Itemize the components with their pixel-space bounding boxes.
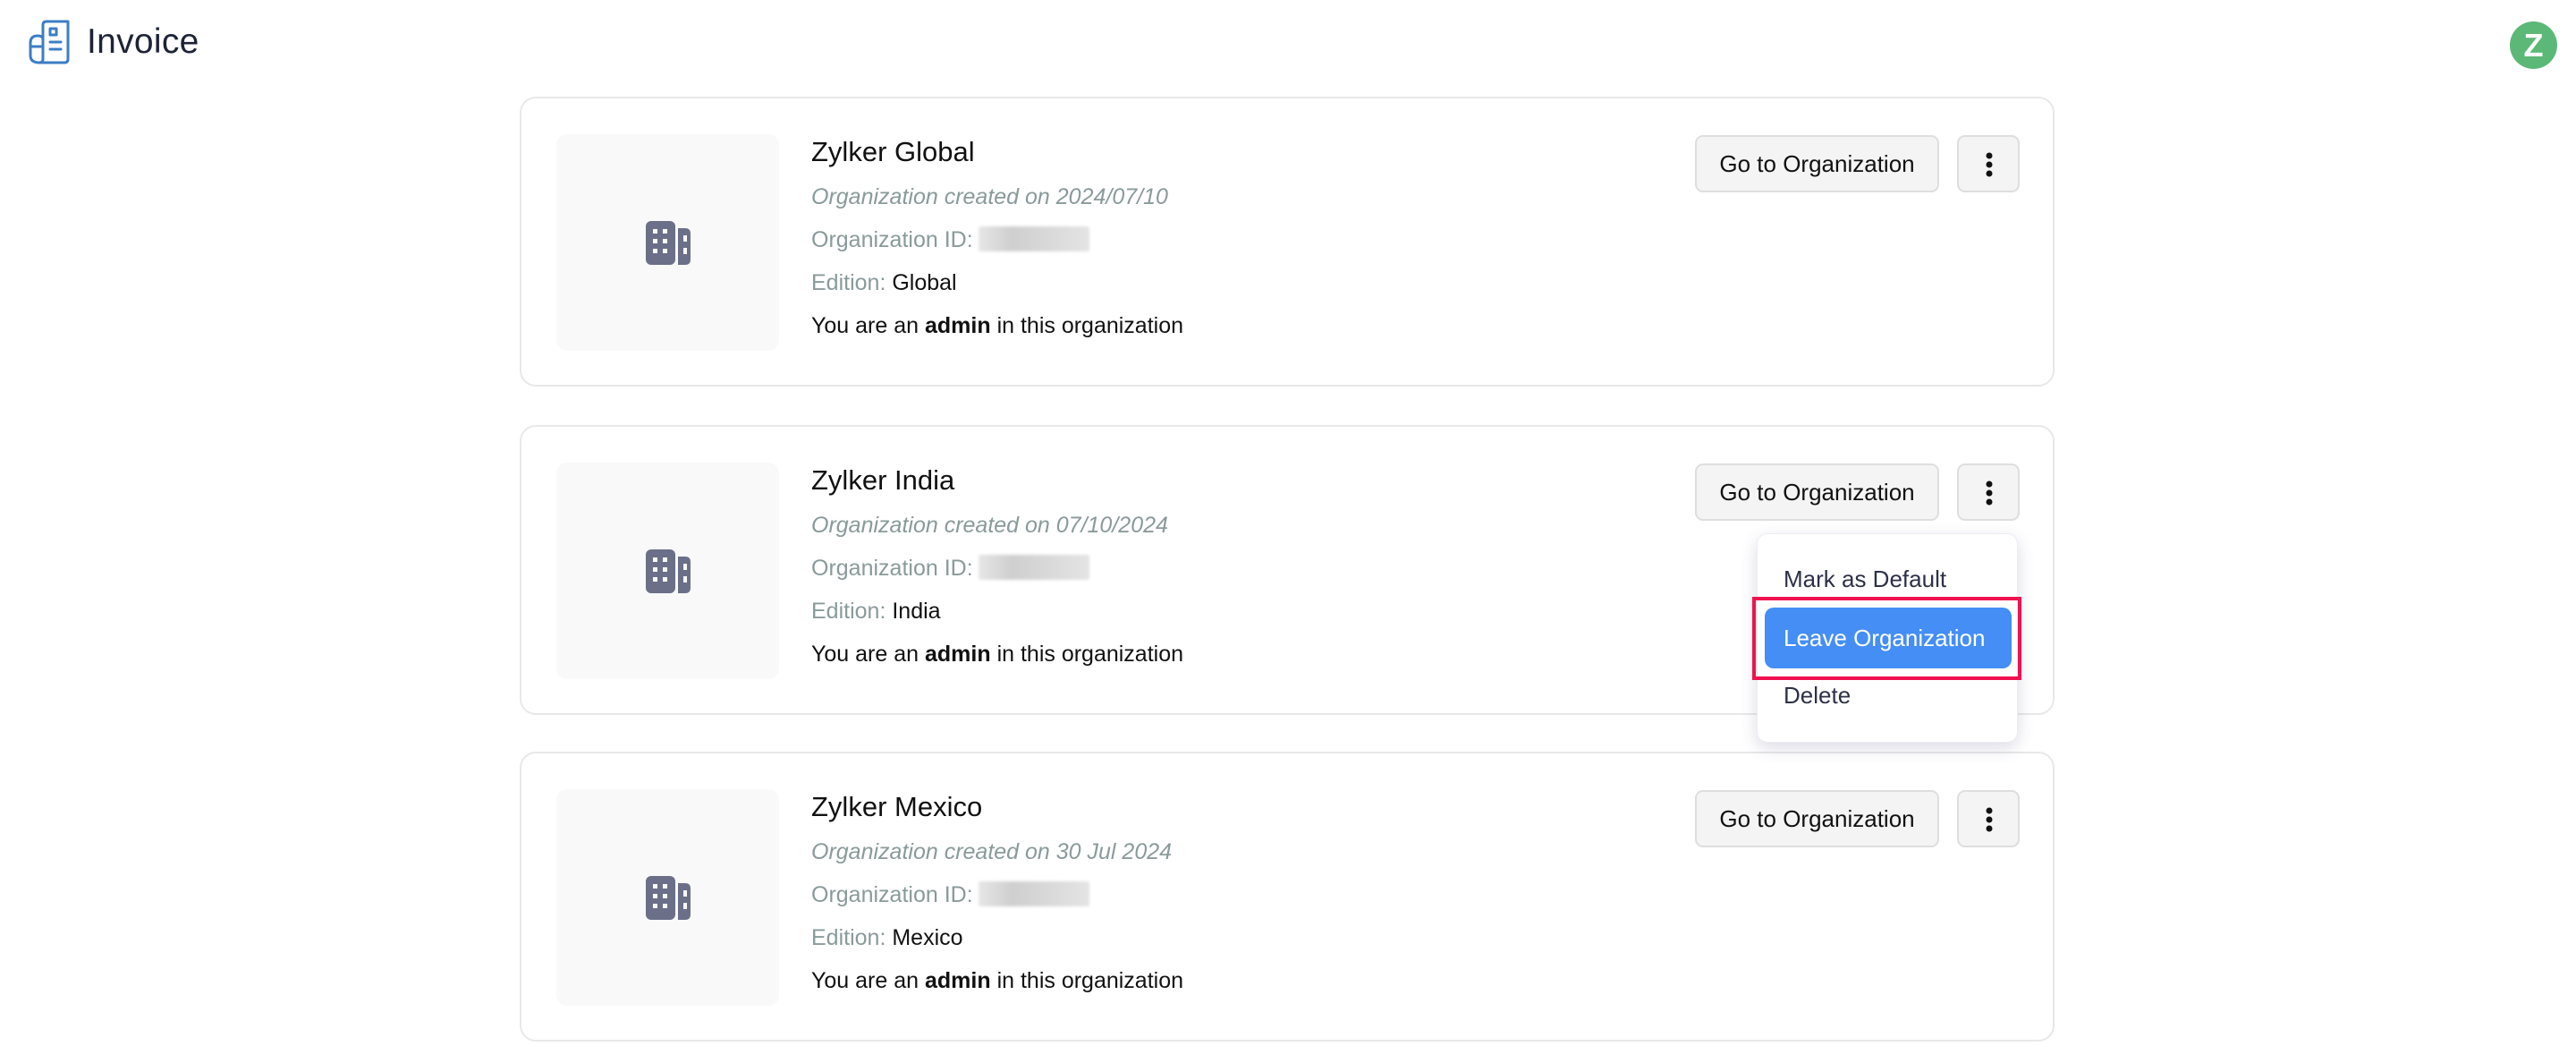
organization-card: Zylker Mexico Organization created on 30… bbox=[520, 752, 2055, 1042]
user-avatar[interactable]: Z bbox=[2510, 21, 2557, 69]
organization-logo bbox=[556, 134, 779, 351]
organization-id-label: Organization ID: bbox=[811, 227, 973, 252]
organization-created-date: Organization created on 30 Jul 2024 bbox=[811, 839, 1173, 864]
edition-row: Edition: India bbox=[811, 590, 1183, 633]
organization-id-row: Organization ID: bbox=[811, 547, 1183, 590]
organization-id-label: Organization ID: bbox=[811, 556, 973, 581]
role-suffix: in this organization bbox=[996, 313, 1184, 338]
menu-item-leave-organization[interactable]: Leave Organization bbox=[1765, 608, 2012, 668]
invoice-document-icon bbox=[29, 20, 72, 64]
role-value: admin bbox=[924, 642, 991, 667]
edition-label: Edition: bbox=[811, 599, 886, 624]
organization-card: Zylker Global Organization created on 20… bbox=[520, 97, 2055, 387]
organization-created-date: Organization created on 07/10/2024 bbox=[811, 513, 1168, 538]
role-row: You are an admin in this organization bbox=[811, 633, 1183, 676]
building-icon bbox=[646, 876, 691, 920]
role-value: admin bbox=[924, 968, 991, 993]
edition-label: Edition: bbox=[811, 270, 886, 295]
role-row: You are an admin in this organization bbox=[811, 304, 1183, 347]
app-header: Invoice Z bbox=[0, 0, 2576, 86]
organization-id-redacted bbox=[978, 555, 1089, 580]
edition-row: Edition: Mexico bbox=[811, 916, 1183, 959]
role-prefix: You are an bbox=[811, 313, 919, 338]
kebab-menu-icon bbox=[1986, 807, 1993, 832]
building-icon bbox=[646, 221, 691, 265]
menu-item-delete[interactable]: Delete bbox=[1765, 665, 2012, 726]
go-to-organization-button[interactable]: Go to Organization bbox=[1695, 790, 1939, 847]
menu-item-mark-as-default[interactable]: Mark as Default bbox=[1765, 549, 2012, 609]
organization-options-menu: Mark as Default Leave Organization Delet… bbox=[1757, 533, 2018, 743]
organization-id-row: Organization ID: bbox=[811, 218, 1183, 261]
organization-logo bbox=[556, 463, 779, 679]
organization-id-label: Organization ID: bbox=[811, 882, 973, 907]
edition-row: Edition: Global bbox=[811, 261, 1183, 304]
role-suffix: in this organization bbox=[996, 968, 1184, 993]
edition-label: Edition: bbox=[811, 925, 886, 950]
go-to-organization-button[interactable]: Go to Organization bbox=[1695, 135, 1939, 192]
app-title: Invoice bbox=[87, 22, 199, 61]
organization-id-redacted bbox=[978, 881, 1089, 906]
organization-id-redacted bbox=[978, 226, 1089, 251]
edition-value: India bbox=[892, 599, 941, 624]
edition-value: Mexico bbox=[892, 925, 963, 950]
kebab-menu-icon bbox=[1986, 480, 1993, 506]
organization-info: Zylker India Organization created on 07/… bbox=[811, 461, 1183, 676]
role-prefix: You are an bbox=[811, 642, 919, 667]
building-icon bbox=[646, 549, 691, 593]
organization-info: Zylker Global Organization created on 20… bbox=[811, 132, 1183, 347]
role-row: You are an admin in this organization bbox=[811, 959, 1183, 1002]
organization-name: Zylker Global bbox=[811, 136, 975, 167]
organization-created-date: Organization created on 2024/07/10 bbox=[811, 184, 1168, 209]
more-options-button[interactable] bbox=[1957, 135, 2020, 192]
kebab-menu-icon bbox=[1986, 152, 1993, 177]
more-options-button[interactable] bbox=[1957, 463, 2020, 521]
more-options-button[interactable] bbox=[1957, 790, 2020, 847]
role-prefix: You are an bbox=[811, 968, 919, 993]
go-to-organization-button[interactable]: Go to Organization bbox=[1695, 463, 1939, 521]
organization-name: Zylker India bbox=[811, 464, 955, 496]
role-value: admin bbox=[924, 313, 991, 338]
organization-logo bbox=[556, 789, 779, 1006]
organization-id-row: Organization ID: bbox=[811, 873, 1183, 916]
organization-name: Zylker Mexico bbox=[811, 791, 983, 822]
role-suffix: in this organization bbox=[996, 642, 1184, 667]
edition-value: Global bbox=[892, 270, 957, 295]
organization-info: Zylker Mexico Organization created on 30… bbox=[811, 787, 1183, 1002]
